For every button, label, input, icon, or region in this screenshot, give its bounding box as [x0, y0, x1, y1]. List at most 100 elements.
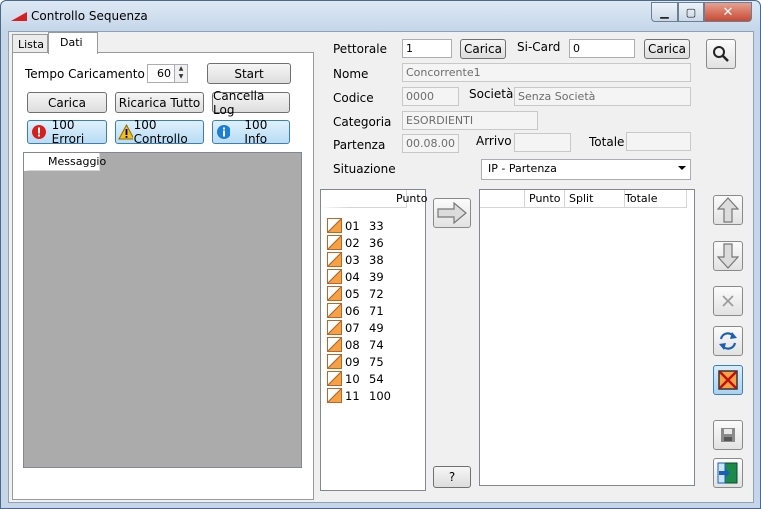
totale-field — [626, 132, 691, 151]
warning-icon — [118, 124, 133, 140]
list-item[interactable]: 10 54 — [327, 370, 384, 387]
carica-button[interactable]: Carica — [27, 92, 107, 113]
errori-button[interactable]: 100 Errori — [27, 118, 107, 146]
societa-label: Società — [469, 87, 514, 101]
message-log-list[interactable]: Messaggio — [23, 152, 302, 468]
control-point-icon — [327, 218, 342, 233]
control-point-icon — [327, 252, 342, 267]
control-point-icon — [327, 235, 342, 250]
no-image-button[interactable] — [713, 365, 743, 395]
pettorale-label: Pettorale — [333, 42, 387, 56]
no-image-icon — [718, 370, 738, 390]
list-item[interactable]: 03 38 — [327, 251, 384, 268]
list-item[interactable]: 02 36 — [327, 234, 384, 251]
spin-down-icon[interactable]: ▼ — [175, 73, 187, 81]
refresh-icon — [719, 332, 737, 350]
tab-dati[interactable]: Dati — [48, 32, 98, 54]
exit-button[interactable] — [713, 458, 743, 488]
save-icon — [721, 428, 735, 442]
sicard-input[interactable]: 0 — [569, 39, 635, 58]
pettorale-carica-button[interactable]: Carica — [460, 39, 506, 59]
search-icon — [713, 46, 729, 62]
partenza-label: Partenza — [333, 138, 386, 152]
controllo-label: 100 Controllo — [133, 118, 188, 146]
exit-icon — [717, 462, 738, 484]
tab-lista[interactable]: Lista — [12, 34, 48, 54]
info-icon — [217, 125, 231, 139]
info-label: 100 Info — [244, 118, 268, 146]
control-point-icon — [327, 320, 342, 335]
cancella-log-button[interactable]: Cancella Log — [212, 89, 290, 117]
search-button[interactable] — [706, 39, 736, 69]
splits-list[interactable]: Punto Split Totale — [479, 189, 695, 486]
societa-field: Senza Società — [514, 87, 691, 106]
tempo-caricamento-label: Tempo Caricamento (s) — [25, 67, 165, 81]
info-button[interactable]: 100 Info — [212, 118, 290, 146]
arrow-up-icon — [717, 197, 739, 223]
splits-split-column-header[interactable]: Split — [565, 190, 625, 208]
tab-panel-dati: Tempo Caricamento (s) 60 ▲ ▼ Start Caric… — [12, 52, 314, 500]
control-point-icon — [327, 303, 342, 318]
codice-label: Codice — [333, 91, 374, 105]
nome-field: Concorrente1 — [402, 63, 691, 82]
partenza-field: 00.08.00 — [402, 134, 459, 153]
list-item[interactable]: 04 39 — [327, 268, 384, 285]
situazione-label: Situazione — [333, 162, 396, 176]
splits-totale-column-header[interactable]: Totale — [625, 190, 687, 208]
refresh-button[interactable] — [713, 326, 743, 356]
arrow-down-icon — [717, 243, 739, 269]
control-point-icon — [327, 388, 342, 403]
ricarica-tutto-button[interactable]: Ricarica Tutto — [115, 92, 204, 113]
list-item[interactable]: 08 74 — [327, 336, 384, 353]
save-button[interactable] — [713, 420, 743, 450]
maximize-button[interactable]: ▢ — [678, 2, 704, 22]
control-point-icon — [327, 269, 342, 284]
start-button[interactable]: Start — [207, 63, 291, 84]
tempo-caricamento-input[interactable]: 60 — [147, 64, 175, 83]
controllo-button[interactable]: 100 Controllo — [115, 118, 204, 146]
list-item[interactable]: 07 49 — [327, 319, 384, 336]
arrivo-label: Arrivo — [476, 134, 512, 148]
list-item[interactable]: 09 75 — [327, 353, 384, 370]
sicard-carica-button[interactable]: Carica — [644, 39, 690, 59]
nome-label: Nome — [333, 67, 369, 81]
app-window: Controllo Sequenza ▁ ▢ ✕ Lista Dati Temp… — [0, 0, 761, 509]
title-bar[interactable]: Controllo Sequenza ▁ ▢ ✕ — [1, 1, 760, 31]
move-right-button[interactable] — [433, 198, 471, 228]
error-icon — [32, 125, 46, 139]
spin-up-icon[interactable]: ▲ — [175, 65, 187, 73]
delete-icon — [722, 295, 734, 307]
list-item[interactable]: 05 72 — [327, 285, 384, 302]
pettorale-input[interactable]: 1 — [402, 39, 452, 58]
errori-label: 100 Errori — [51, 118, 85, 146]
situazione-value: IP - Partenza — [488, 162, 557, 175]
sicard-label: Si-Card — [517, 40, 561, 54]
control-point-icon — [327, 371, 342, 386]
list-item[interactable]: 11 100 — [327, 387, 391, 404]
categoria-field: ESORDIENTI — [402, 111, 538, 130]
tempo-spinner[interactable]: ▲ ▼ — [174, 64, 188, 83]
punto-column-header[interactable]: Punto — [321, 190, 427, 208]
splits-punto-column-header[interactable]: Punto — [525, 190, 565, 208]
punti-list[interactable]: Punto 01 33 02 36 03 38 04 39 05 72 06 71 07 49… — [320, 189, 427, 491]
totale-label: Totale — [589, 135, 625, 149]
control-point-icon — [327, 354, 342, 369]
move-up-button[interactable] — [713, 195, 743, 225]
control-point-icon — [327, 286, 342, 301]
list-item[interactable]: 01 33 — [327, 217, 384, 234]
control-point-icon — [327, 337, 342, 352]
situazione-select[interactable]: IP - Partenza — [481, 159, 691, 180]
messaggio-column-header[interactable]: Messaggio — [24, 153, 106, 171]
delete-button[interactable] — [713, 286, 743, 316]
window-title: Controllo Sequenza — [31, 9, 148, 23]
help-button[interactable]: ? — [433, 466, 471, 488]
splits-blank-column — [480, 190, 525, 208]
chevron-down-icon — [678, 166, 686, 170]
list-item[interactable]: 06 71 — [327, 302, 384, 319]
close-button[interactable]: ✕ — [704, 2, 752, 22]
categoria-label: Categoria — [333, 115, 392, 129]
move-down-button[interactable] — [713, 241, 743, 271]
arrow-right-icon — [437, 202, 467, 224]
minimize-button[interactable]: ▁ — [651, 2, 678, 22]
arrivo-field — [514, 133, 571, 152]
